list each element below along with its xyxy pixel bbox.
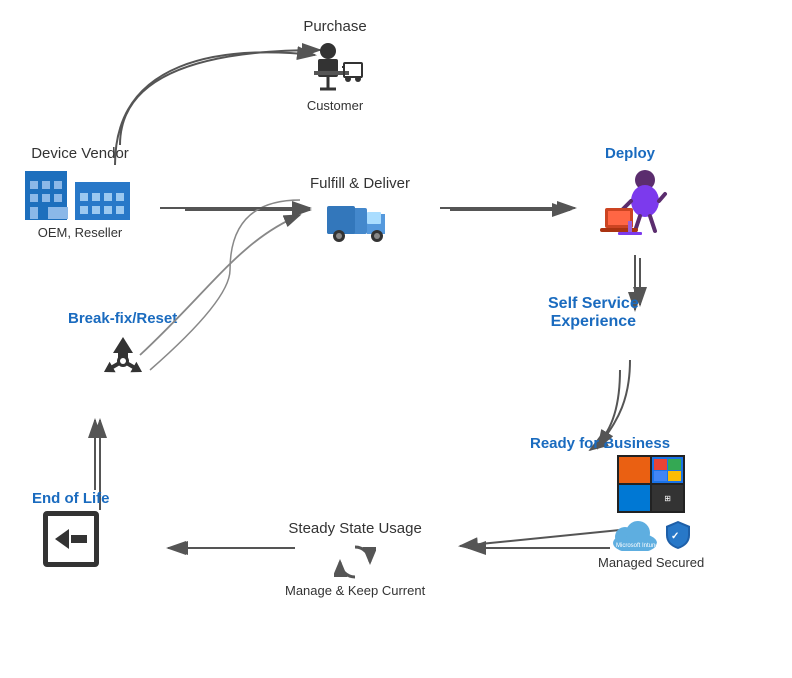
- break-fix-label: Break-fix/Reset: [68, 310, 177, 327]
- deploy-icon: [590, 166, 670, 236]
- manage-keep-current-label: Manage & Keep Current: [285, 583, 425, 598]
- self-service-node: Self ServiceExperience: [548, 295, 639, 335]
- device-vendor-label: Device Vendor: [31, 145, 129, 162]
- purchase-sublabel: Customer: [307, 98, 363, 113]
- end-of-life-node: End of Life: [32, 490, 110, 567]
- svg-text:Microsoft Intune: Microsoft Intune: [616, 543, 659, 549]
- diagram-container: Purchase Customer Device Vendor: [0, 0, 792, 678]
- purchase-icon: [300, 39, 370, 94]
- ready-for-business-label: Ready for Business: [530, 435, 670, 452]
- ready-for-business-node: Ready for Business: [530, 435, 670, 456]
- svg-text:✓: ✓: [671, 531, 679, 542]
- intune-area: Microsoft Intune ✓: [610, 519, 692, 551]
- sync-icon: [334, 541, 376, 579]
- device-vendor-node: Device Vendor OEM, R: [20, 145, 140, 240]
- device-vendor-icon: [20, 166, 140, 221]
- steady-state-label: Steady State Usage: [288, 520, 421, 537]
- windows-tiles-icon: ⊞: [617, 455, 685, 513]
- recycle-icon: [93, 331, 153, 389]
- fulfill-icon: [325, 196, 395, 244]
- purchase-label: Purchase: [303, 18, 366, 35]
- managed-secured-node: ⊞ Microsoft Intune ✓ Managed Secured: [598, 455, 704, 570]
- break-fix-node: Break-fix/Reset: [68, 310, 177, 389]
- exit-icon: [43, 511, 99, 567]
- managed-secured-label: Managed Secured: [598, 555, 704, 570]
- self-service-label: Self ServiceExperience: [548, 295, 639, 331]
- fulfill-node: Fulfill & Deliver: [310, 175, 410, 244]
- deploy-node: Deploy: [590, 145, 670, 236]
- intune-cloud: Microsoft Intune: [610, 519, 660, 551]
- end-of-life-label: End of Life: [32, 490, 110, 507]
- purchase-node: Purchase Customer: [300, 18, 370, 113]
- device-vendor-sublabel: OEM, Reseller: [38, 225, 123, 240]
- deploy-label: Deploy: [605, 145, 655, 162]
- fulfill-label: Fulfill & Deliver: [310, 175, 410, 192]
- shield-icon: ✓: [664, 519, 692, 551]
- steady-state-node: Steady State Usage Manage & Keep Current: [285, 520, 425, 598]
